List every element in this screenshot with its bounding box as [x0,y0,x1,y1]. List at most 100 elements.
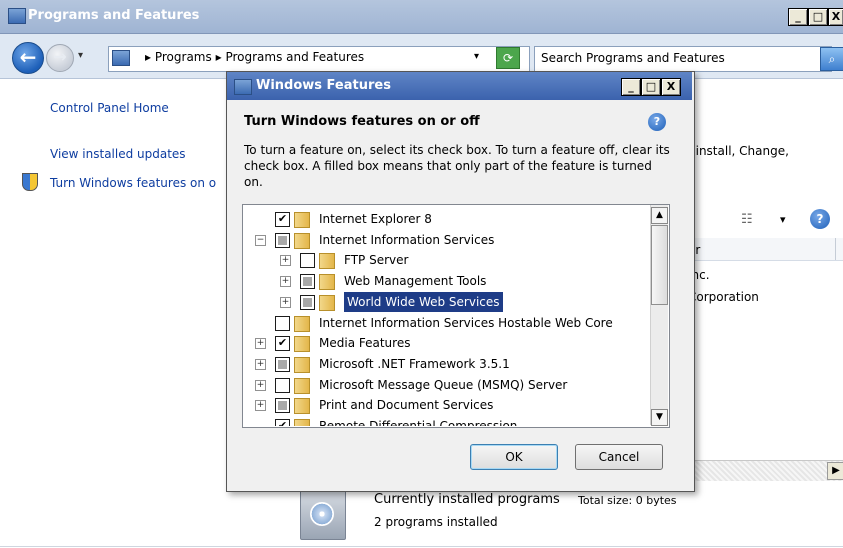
address-dropdown-icon[interactable]: ▾ [474,51,479,62]
refresh-icon[interactable]: ⟳ [496,47,520,69]
views-icon[interactable]: ☷ [741,212,753,227]
scroll-right-icon[interactable]: ▶ [827,462,843,480]
installed-total-size: Total size: 0 bytes [578,494,677,507]
folder-icon [294,232,310,249]
control-panel-icon [112,50,130,66]
programs-app-icon [8,8,26,24]
back-arrow-icon: ← [19,45,37,69]
breadcrumb-items: ▸ Programs ▸ Programs and Features [145,50,364,64]
folder-icon [294,356,310,373]
feature-row[interactable]: + Web Management Tools [242,271,650,291]
feature-label[interactable]: Internet Information Services [319,230,494,250]
folder-icon [319,274,335,291]
dialog-help-icon[interactable]: ? [648,113,666,131]
folder-icon [294,212,310,228]
feature-label[interactable]: Internet Explorer 8 [319,209,432,229]
expand-icon[interactable]: + [255,400,266,412]
feature-row[interactable]: ✔ Internet Explorer 8 [242,209,650,229]
feature-label[interactable]: Print and Document Services [319,395,493,415]
feature-row[interactable]: + FTP Server [242,250,650,270]
scrollbar-thumb[interactable] [651,225,668,305]
feature-checkbox[interactable] [300,294,315,310]
scroll-down-icon[interactable]: ▼ [651,409,668,426]
feature-checkbox[interactable]: ✔ [275,419,290,426]
installed-programs-title: Currently installed programs [374,492,560,507]
feature-label[interactable]: Media Features [319,333,410,353]
expand-icon[interactable]: + [280,255,291,267]
help-icon[interactable]: ? [810,209,830,229]
recent-pages-dropdown-icon[interactable]: ▾ [78,50,83,61]
divider [0,546,843,547]
feature-row[interactable]: + Microsoft .NET Framework 3.5.1 [242,354,650,374]
forward-button[interactable]: → [46,44,74,72]
close-button[interactable]: X [828,8,843,26]
feature-label[interactable]: World Wide Web Services [344,291,503,312]
folder-icon [319,253,335,270]
sidebar-item-view-installed-updates[interactable]: View installed updates [50,147,186,161]
feature-checkbox[interactable]: ✔ [275,336,290,352]
views-dropdown-icon[interactable]: ▾ [780,213,786,226]
feature-checkbox[interactable] [275,356,290,372]
program-row-publisher[interactable]: Corporation [688,290,759,304]
column-divider[interactable] [835,238,836,260]
feature-row[interactable]: + World Wide Web Services [242,291,650,312]
folder-icon [294,419,310,426]
feature-checkbox[interactable] [300,274,315,290]
cancel-button[interactable]: Cancel [575,444,663,470]
feature-row[interactable]: + ✔ Media Features [242,333,650,353]
crumb-programs[interactable]: Programs [155,50,212,64]
search-input[interactable]: Search Programs and Features [541,51,725,65]
feature-label[interactable]: Microsoft .NET Framework 3.5.1 [319,354,510,374]
maximize-button[interactable]: □ [808,8,828,26]
collapse-icon[interactable]: − [255,234,266,246]
feature-checkbox[interactable] [275,398,290,414]
scroll-up-icon[interactable]: ▲ [651,207,668,224]
expand-icon[interactable]: + [280,276,291,288]
feature-label[interactable]: Remote Differential Compression [319,416,517,426]
sidebar-item-control-panel-home[interactable]: Control Panel Home [50,101,169,115]
expand-icon[interactable]: + [255,358,266,370]
feature-label[interactable]: Microsoft Message Queue (MSMQ) Server [319,375,567,395]
feature-label[interactable]: Internet Information Services Hostable W… [319,313,613,333]
disc-icon [310,502,334,526]
forward-arrow-icon: → [53,47,67,66]
uac-shield-icon [22,173,38,191]
ok-button[interactable]: OK [470,444,558,470]
dialog-minimize-button[interactable]: _ [621,78,641,96]
crumb-separator-icon[interactable]: ▸ [216,50,222,64]
minimize-button[interactable]: _ [788,8,808,26]
folder-icon [294,377,310,394]
dialog-heading: Turn Windows features on or off [244,114,480,129]
expand-icon[interactable]: + [280,296,291,308]
feature-label[interactable]: Web Management Tools [344,271,486,291]
feature-row[interactable]: + Microsoft Message Queue (MSMQ) Server [242,375,650,395]
feature-label[interactable]: FTP Server [344,250,408,270]
feature-checkbox[interactable] [275,377,290,393]
feature-row[interactable]: + Print and Document Services [242,395,650,415]
dialog-maximize-button[interactable]: □ [641,78,661,96]
feature-checkbox[interactable] [275,232,290,248]
windows-features-icon [234,79,252,95]
features-tree-rows: ✔ Internet Explorer 8 − Internet Informatio… [242,204,650,426]
crumb-programs-and-features[interactable]: Programs and Features [225,50,364,64]
expand-icon[interactable]: + [255,379,266,391]
expand-icon[interactable]: + [255,338,266,350]
feature-checkbox[interactable]: ✔ [275,212,290,227]
feature-row[interactable]: − Internet Information Services [242,230,650,250]
crumb-separator-icon[interactable]: ▸ [145,50,151,64]
search-icon[interactable]: ⌕ [820,47,843,71]
main-description: ninstall, Change, [688,144,789,158]
dialog-close-button[interactable]: X [661,78,681,96]
folder-icon [294,398,310,415]
installed-programs-count: 2 programs installed [374,515,498,529]
sidebar-item-windows-features[interactable]: Turn Windows features on o [50,176,216,190]
folder-icon [319,294,335,311]
column-header-row [686,238,843,261]
feature-row[interactable]: ✔ Remote Differential Compression [242,416,650,426]
horizontal-scrollbar[interactable] [686,460,843,481]
feature-checkbox[interactable] [275,315,290,331]
feature-checkbox[interactable] [300,253,315,269]
back-button[interactable]: ← [12,42,44,74]
feature-row[interactable]: Internet Information Services Hostable W… [242,313,650,333]
window-title: Programs and Features [28,8,200,23]
